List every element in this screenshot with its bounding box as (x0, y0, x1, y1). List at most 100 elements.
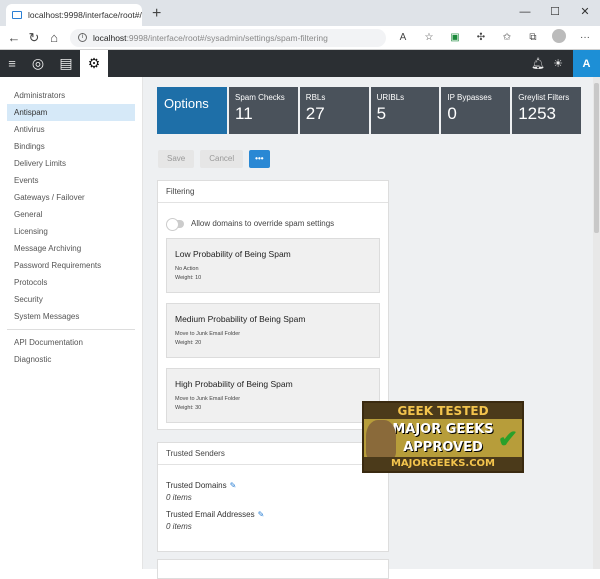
close-window-button[interactable]: ✕ (570, 0, 600, 26)
browser-tab[interactable]: localhost:9998/interface/root#/s ✕ (6, 4, 142, 26)
stat-value: 5 (376, 104, 387, 123)
collections-icon[interactable]: ⧉ (522, 32, 544, 43)
stat-label: IP Bypasses (447, 93, 492, 102)
trusted-domains-label: Trusted Domains (166, 481, 227, 490)
stat-value: 27 (305, 104, 325, 123)
more-menu-icon[interactable]: ··· (574, 32, 596, 43)
url-path: :9998/interface/root#/sysadmin/settings/… (126, 32, 328, 43)
stat-spam-checks[interactable]: Spam Checks 11 (229, 87, 298, 134)
trusted-emails-count: 0 items (166, 522, 192, 531)
badge-bottom-text: MAJORGEEKS.COM (364, 457, 522, 471)
info-icon[interactable]: i (78, 33, 87, 42)
maximize-button[interactable]: ☐ (540, 0, 570, 26)
sidebar-item-administrators[interactable]: Administrators (7, 87, 135, 104)
stat-rbls[interactable]: RBLs 27 (299, 87, 369, 134)
more-options-button[interactable]: ••• (249, 150, 270, 168)
spam-level-medium[interactable]: Medium Probability of Being Spam Move to… (166, 303, 380, 358)
sidebar-item-events[interactable]: Events (7, 172, 135, 189)
hamburger-menu-icon[interactable]: ≡ (0, 50, 24, 77)
sidebar-item-password-requirements[interactable]: Password Requirements (7, 257, 135, 274)
sidebar-item-api-documentation[interactable]: API Documentation (7, 334, 135, 351)
sidebar-item-delivery-limits[interactable]: Delivery Limits (7, 155, 135, 172)
sidebar-item-security[interactable]: Security (7, 291, 135, 308)
stat-value: 1253 (518, 104, 557, 123)
new-tab-button[interactable]: + (152, 5, 161, 23)
checkmark-icon: ✔ (497, 426, 518, 453)
browser-tabbar: localhost:9998/interface/root#/s ✕ + — ☐… (0, 0, 600, 26)
stat-label: RBLs (305, 93, 326, 102)
globe-icon[interactable]: ◎ (24, 50, 52, 77)
level-weight: Weight: 30 (175, 405, 202, 411)
content-scrollbar[interactable] (593, 77, 600, 569)
spam-level-low[interactable]: Low Probability of Being Spam No Action … (166, 238, 380, 293)
sidebar-item-bindings[interactable]: Bindings (7, 138, 135, 155)
sidebar-item-system-messages[interactable]: System Messages (7, 308, 135, 325)
override-toggle-switch[interactable] (166, 217, 184, 231)
reports-chart-icon[interactable]: ▤ (52, 50, 80, 77)
trusted-senders-body: Trusted Domains ✎ 0 items Trusted Email … (158, 465, 388, 531)
spam-level-high[interactable]: High Probability of Being Spam Move to J… (166, 368, 380, 423)
theme-sun-icon[interactable]: ☀ (553, 57, 563, 70)
trusted-domains-count: 0 items (166, 493, 192, 502)
trusted-emails-row: Trusted Email Addresses ✎ (166, 510, 388, 519)
filtering-header: Filtering (158, 181, 388, 203)
save-button[interactable]: Save (158, 150, 195, 168)
sidebar-item-gateways-failover[interactable]: Gateways / Failover (7, 189, 135, 206)
url-input[interactable]: i localhost:9998/interface/root#/sysadmi… (70, 28, 386, 47)
sidebar-divider (7, 329, 135, 330)
sidebar-item-licensing[interactable]: Licensing (7, 223, 135, 240)
level-action: Move to Junk Email Folder (175, 331, 241, 337)
override-toggle-row[interactable]: Allow domains to override spam settings (166, 217, 388, 231)
window-controls: — ☐ ✕ (510, 0, 600, 26)
level-title: Low Probability of Being Spam (175, 249, 291, 259)
stat-label: URIBLs (376, 93, 405, 102)
tab-title: localhost:9998/interface/root#/s (28, 10, 142, 20)
user-avatar[interactable]: A (573, 50, 600, 77)
read-aloud-icon[interactable]: A (392, 32, 414, 43)
scrollbar-thumb[interactable] (594, 83, 599, 233)
level-weight: Weight: 10 (175, 275, 202, 281)
settings-sidebar: Administrators Antispam Antivirus Bindin… (0, 77, 143, 569)
home-icon[interactable]: ⌂ (44, 30, 64, 45)
level-action: Move to Junk Email Folder (175, 396, 241, 402)
sidebar-item-antispam[interactable]: Antispam (7, 104, 135, 121)
stat-value: 0 (447, 104, 457, 123)
stat-uribls[interactable]: URIBLs 5 (370, 87, 440, 134)
sidebar-item-antivirus[interactable]: Antivirus (7, 121, 135, 138)
geek-mascot-icon (366, 420, 396, 460)
trusted-domains-row: Trusted Domains ✎ (166, 481, 388, 490)
profile-icon[interactable] (548, 29, 570, 46)
sidebar-item-message-archiving[interactable]: Message Archiving (7, 240, 135, 257)
settings-content: Options Spam Checks 11 RBLs 27 URIBLs 5 … (143, 77, 600, 579)
url-host: localhost (93, 32, 127, 43)
stat-ip-bypasses[interactable]: IP Bypasses 0 (441, 87, 511, 134)
badge-top-text: GEEK TESTED (364, 403, 522, 419)
edit-pencil-icon[interactable]: ✎ (230, 481, 237, 490)
majorgeeks-approved-badge: GEEK TESTED MAJOR GEEKS APPROVED ✔ MAJOR… (362, 401, 524, 473)
settings-gear-icon[interactable]: ⚙ (80, 50, 108, 77)
minimize-button[interactable]: — (510, 0, 540, 26)
level-title: High Probability of Being Spam (175, 379, 293, 389)
level-title: Medium Probability of Being Spam (175, 314, 306, 324)
favorite-icon[interactable]: ☆ (418, 32, 440, 43)
mail-favicon-icon (12, 11, 22, 19)
puzzle-icon[interactable]: ✣ (470, 32, 492, 43)
back-arrow-icon[interactable]: ← (4, 30, 24, 45)
next-card (157, 559, 389, 579)
stats-bar: Options Spam Checks 11 RBLs 27 URIBLs 5 … (157, 87, 581, 134)
refresh-icon[interactable]: ↻ (24, 30, 44, 46)
sidebar-item-general[interactable]: General (7, 206, 135, 223)
sidebar-item-protocols[interactable]: Protocols (7, 274, 135, 291)
extension-icon[interactable]: ▣ (444, 32, 466, 43)
notifications-bell-icon[interactable]: 🔔︎ (531, 57, 545, 70)
stat-label: Greylist Filters (518, 93, 570, 102)
stat-greylist-filters[interactable]: Greylist Filters 1253 (512, 87, 581, 134)
options-tile[interactable]: Options (157, 87, 227, 134)
stat-label: Spam Checks (235, 93, 285, 102)
edit-pencil-icon[interactable]: ✎ (258, 510, 265, 519)
favorites-bar-icon[interactable]: ✩ (496, 32, 518, 43)
trusted-senders-card: Trusted Senders Trusted Domains ✎ 0 item… (157, 442, 389, 552)
cancel-button[interactable]: Cancel (200, 150, 244, 168)
stat-value: 11 (235, 104, 253, 123)
sidebar-item-diagnostic[interactable]: Diagnostic (7, 351, 135, 368)
